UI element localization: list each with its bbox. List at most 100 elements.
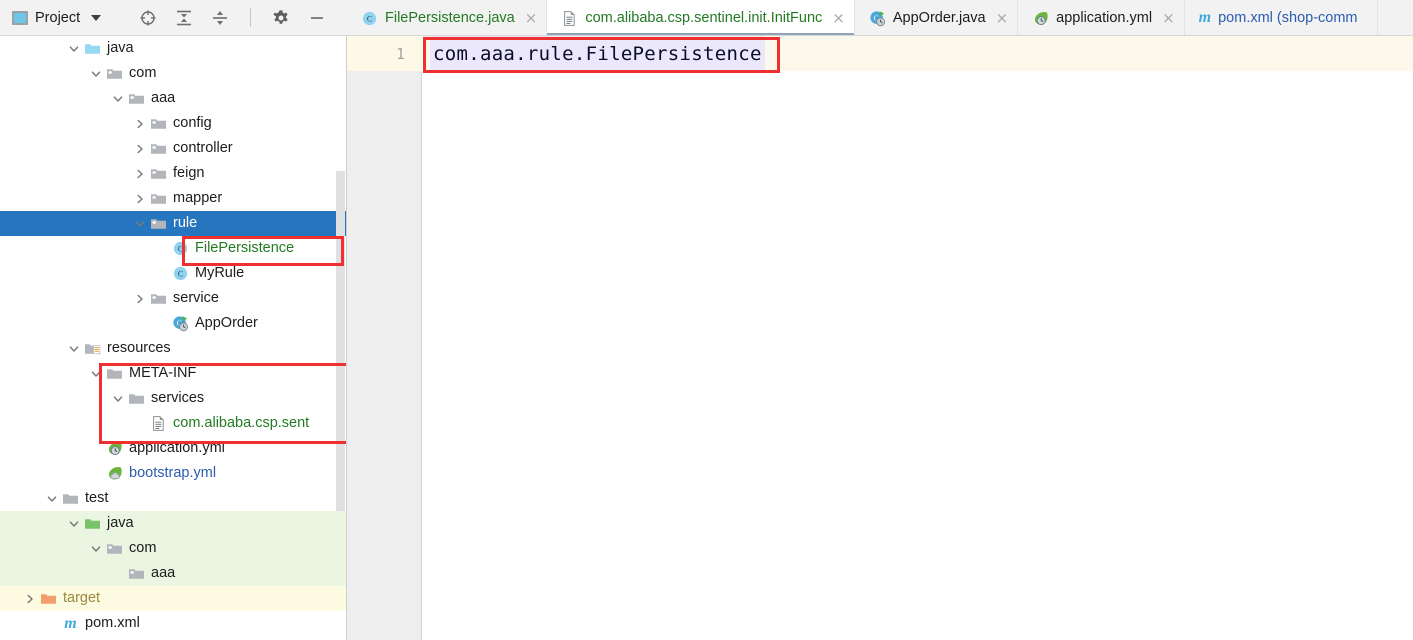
hide-panel-icon[interactable] [308, 9, 326, 27]
chevron-down-icon[interactable] [91, 14, 102, 21]
tree-row[interactable]: controller [0, 136, 346, 161]
chevron-right-icon[interactable] [132, 166, 148, 182]
project-tree[interactable]: java com aaa config controller feign mapper rul… [0, 36, 346, 636]
chevron-down-icon[interactable] [88, 541, 104, 557]
tree-row-label: java [107, 515, 134, 532]
tree-vertical-scrollbar[interactable] [336, 171, 345, 511]
package-folder-icon [150, 115, 167, 132]
tree-row[interactable]: com.alibaba.csp.sent [0, 411, 346, 436]
tree-row[interactable]: com [0, 61, 346, 86]
chevron-down-icon[interactable] [88, 66, 104, 82]
project-tree-panel[interactable]: java com aaa config controller feign mapper rul… [0, 36, 347, 640]
chevron-down-icon[interactable] [44, 491, 60, 507]
chevron-right-icon[interactable] [132, 191, 148, 207]
expand-all-icon[interactable] [175, 9, 193, 27]
chevron-down-icon[interactable] [66, 341, 82, 357]
tree-row[interactable]: bootstrap.yml [0, 461, 346, 486]
editor-tab-2[interactable]: com.alibaba.csp.sentinel.init.InitFunc × [547, 0, 855, 35]
tree-row-label: feign [173, 165, 205, 182]
package-folder-icon [150, 165, 167, 182]
tree-row[interactable]: resources [0, 336, 346, 361]
settings-gear-icon[interactable] [272, 9, 290, 27]
editor-area[interactable]: 1 com.aaa.rule.FilePersistence [347, 36, 1413, 640]
tree-row[interactable]: application.yml [0, 436, 346, 461]
package-folder-icon [128, 90, 145, 107]
tree-row-label: com [129, 540, 157, 557]
tree-row-label: rule [173, 215, 198, 232]
tree-row[interactable]: java [0, 511, 346, 536]
tree-row[interactable]: C AppOrder [0, 311, 346, 336]
svg-text:C: C [367, 14, 372, 23]
tree-row[interactable]: C FilePersistence [0, 236, 346, 261]
tree-row-label: java [107, 40, 134, 57]
maven-icon: m [1198, 9, 1212, 26]
chevron-down-icon[interactable] [132, 216, 148, 232]
tree-row-label: com [129, 65, 157, 82]
editor-tab-1[interactable]: C FilePersistence.java × [347, 0, 548, 35]
editor-tab-close-icon[interactable]: × [996, 10, 1009, 26]
tree-row-label: aaa [151, 90, 176, 107]
project-panel-title-group[interactable]: Project [0, 10, 102, 26]
tree-row-label: bootstrap.yml [129, 465, 217, 482]
java-class-icon: C [172, 240, 189, 257]
project-toolbar-buttons [139, 8, 326, 27]
editor-tab-close-icon[interactable]: × [525, 10, 538, 26]
editor-code-line[interactable]: com.aaa.rule.FilePersistence [430, 36, 765, 71]
collapse-all-icon[interactable] [211, 9, 229, 27]
tree-row-label: FilePersistence [195, 240, 295, 257]
editor-tab-close-icon[interactable]: × [1162, 10, 1175, 26]
tree-row[interactable]: m pom.xml [0, 611, 346, 636]
project-window-icon [12, 10, 28, 25]
tree-row[interactable]: com [0, 536, 346, 561]
chevron-down-icon[interactable] [110, 391, 126, 407]
editor-tab-close-icon[interactable]: × [832, 10, 845, 26]
editor-tab-label: FilePersistence.java [385, 10, 515, 26]
plain-folder-icon [106, 365, 123, 382]
chevron-down-icon[interactable] [66, 41, 82, 57]
tree-row[interactable]: mapper [0, 186, 346, 211]
chevron-right-icon[interactable] [132, 141, 148, 157]
tree-row[interactable]: service [0, 286, 346, 311]
editor-gutter[interactable]: 1 [347, 36, 422, 640]
tree-row-label: META-INF [129, 365, 197, 382]
chevron-down-icon[interactable] [110, 91, 126, 107]
editor-tab-label: AppOrder.java [892, 10, 986, 26]
chevron-right-icon[interactable] [22, 591, 38, 607]
chevron-down-icon[interactable] [66, 516, 82, 532]
tree-row[interactable]: target [0, 586, 346, 611]
svg-text:C: C [178, 270, 183, 279]
package-folder-icon [106, 65, 123, 82]
package-folder-icon [128, 565, 145, 582]
tree-row[interactable]: rule [0, 211, 346, 236]
tree-row[interactable]: java [0, 36, 346, 61]
chevron-down-icon[interactable] [88, 366, 104, 382]
tree-row[interactable]: feign [0, 161, 346, 186]
tree-row-label: service [173, 290, 219, 307]
chevron-right-icon[interactable] [132, 116, 148, 132]
editor-tab-label: pom.xml (shop-comm [1218, 10, 1358, 26]
tree-row[interactable]: config [0, 111, 346, 136]
editor-tab-3[interactable]: C AppOrder.java × [855, 0, 1019, 35]
package-folder-icon [106, 540, 123, 557]
locate-in-tree-icon[interactable] [139, 9, 157, 27]
tree-row[interactable]: aaa [0, 86, 346, 111]
tree-row[interactable]: C MyRule [0, 261, 346, 286]
tree-row[interactable]: test [0, 486, 346, 511]
tree-row[interactable]: aaa [0, 561, 346, 586]
tree-row-label: resources [107, 340, 171, 357]
toolbar-separator [250, 8, 252, 27]
editor-tab-4[interactable]: application.yml × [1018, 0, 1185, 35]
tree-row-label: aaa [151, 565, 176, 582]
package-folder-icon [150, 290, 167, 307]
text-file-icon [150, 415, 167, 432]
editor-tab-5[interactable]: m pom.xml (shop-comm [1185, 0, 1378, 35]
tree-row-label: target [63, 590, 101, 607]
editor-tab-strip[interactable]: C FilePersistence.java × com.alibaba.csp.se… [347, 0, 1413, 36]
tree-row[interactable]: META-INF [0, 361, 346, 386]
chevron-right-icon[interactable] [132, 291, 148, 307]
tree-row[interactable]: services [0, 386, 346, 411]
